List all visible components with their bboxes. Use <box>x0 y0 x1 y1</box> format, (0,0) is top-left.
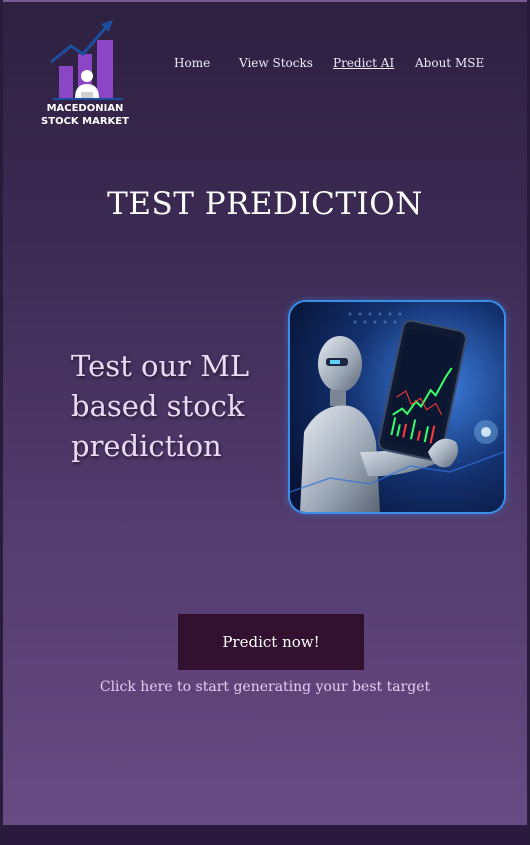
cta-hint: Click here to start generating your best… <box>99 679 431 695</box>
page: MACEDONIAN STOCK MARKET Home View Stocks… <box>0 0 530 845</box>
nav-predict-ai[interactable]: Predict AI <box>333 56 394 70</box>
brand-name: MACEDONIAN STOCK MARKET <box>35 102 135 128</box>
brand-name-line2: STOCK MARKET <box>41 116 129 127</box>
nav-view-stocks[interactable]: View Stocks <box>239 56 313 70</box>
main-nav: Home View Stocks Predict AI About MSE <box>3 56 527 76</box>
predict-now-button[interactable]: Predict now! <box>178 614 364 670</box>
robot-phone-image <box>288 300 506 514</box>
tagline: Test our ML based stock prediction <box>71 349 250 463</box>
brand-name-line1: MACEDONIAN <box>46 103 124 114</box>
robot-holding-phone-chart-icon <box>290 302 504 512</box>
footer-bar <box>3 825 527 845</box>
page-title: TEST PREDICTION <box>107 186 423 222</box>
nav-about-mse[interactable]: About MSE <box>415 56 484 70</box>
top-divider <box>3 0 527 2</box>
nav-home[interactable]: Home <box>174 56 210 70</box>
